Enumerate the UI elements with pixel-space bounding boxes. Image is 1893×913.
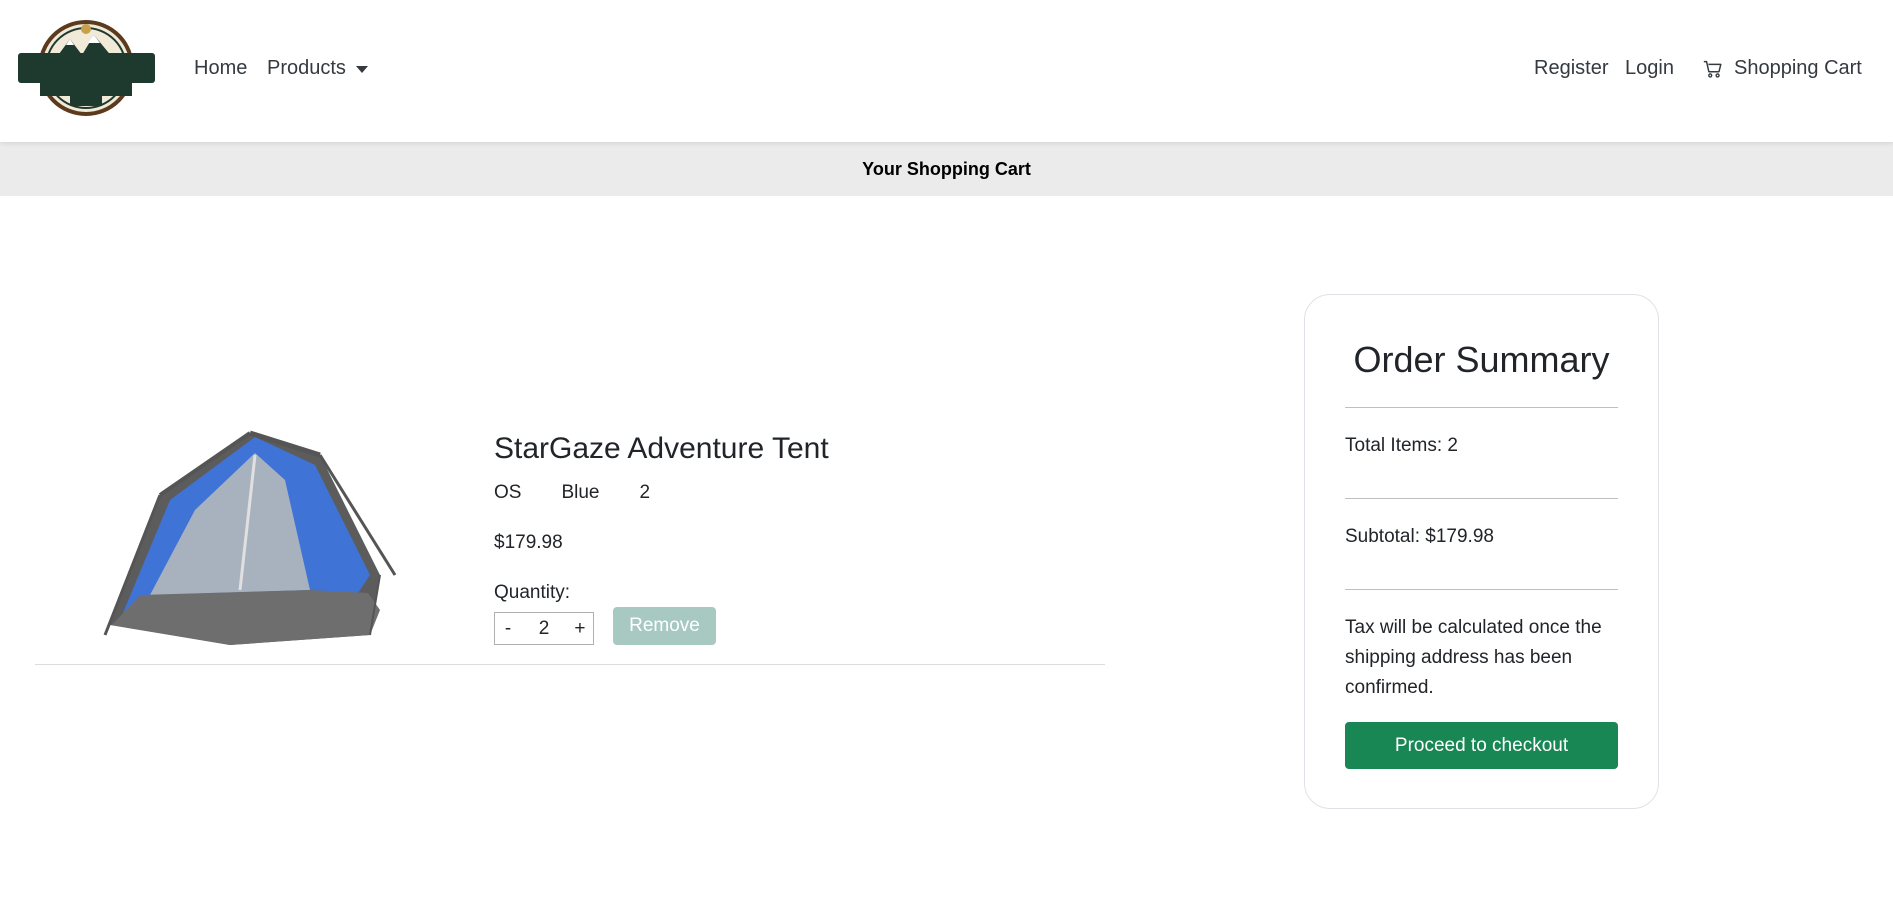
quantity-stepper: - 2 + — [494, 612, 594, 645]
nav-shopping-cart[interactable]: Shopping Cart — [1702, 57, 1862, 80]
nav-register-label: Register — [1534, 57, 1609, 79]
subtotal: Subtotal: $179.98 — [1345, 526, 1494, 547]
increment-button[interactable]: + — [573, 618, 587, 640]
nav-products-dropdown[interactable]: Products — [267, 57, 368, 80]
nav-login[interactable]: Login — [1625, 57, 1674, 80]
page-banner: Your Shopping Cart — [0, 142, 1893, 196]
item-divider — [35, 664, 1105, 665]
wildpath-logo[interactable] — [18, 17, 155, 116]
product-image-tent[interactable] — [100, 425, 420, 655]
decrement-button[interactable]: - — [501, 618, 515, 640]
tax-note: Tax will be calculated once the shipping… — [1345, 617, 1602, 698]
product-count: 2 — [639, 482, 651, 503]
product-price: $179.98 — [494, 532, 563, 553]
logo-mark — [18, 20, 155, 116]
total-items: Total Items: 2 — [1345, 435, 1458, 456]
nav-products-label: Products — [267, 57, 346, 79]
order-summary-card: Order Summary Total Items: 2 Subtotal: $… — [1304, 294, 1659, 809]
product-attributes: OS Blue 2 — [494, 482, 690, 504]
order-summary-title: Order Summary — [1353, 339, 1610, 380]
remove-button[interactable]: Remove — [613, 607, 716, 645]
page-title: Your Shopping Cart — [862, 158, 1031, 179]
summary-divider — [1345, 407, 1618, 408]
product-color: Blue — [561, 482, 600, 503]
summary-divider — [1345, 498, 1618, 499]
proceed-to-checkout-button[interactable]: Proceed to checkout — [1345, 722, 1618, 769]
caret-down-icon — [355, 66, 368, 73]
nav-home[interactable]: Home — [194, 57, 247, 80]
product-name[interactable]: StarGaze Adventure Tent — [494, 432, 829, 466]
navbar: Home Products Register Login Shopping Ca… — [0, 0, 1893, 142]
nav-register[interactable]: Register — [1534, 57, 1608, 80]
nav-login-label: Login — [1625, 57, 1674, 79]
product-size: OS — [494, 482, 522, 503]
quantity-value[interactable]: 2 — [539, 618, 550, 640]
nav-home-label: Home — [194, 57, 248, 79]
tent-illustration — [103, 430, 397, 645]
shopping-cart-icon — [1703, 60, 1722, 78]
quantity-label: Quantity: — [494, 582, 571, 603]
nav-cart-label: Shopping Cart — [1734, 57, 1862, 79]
summary-divider — [1345, 589, 1618, 590]
